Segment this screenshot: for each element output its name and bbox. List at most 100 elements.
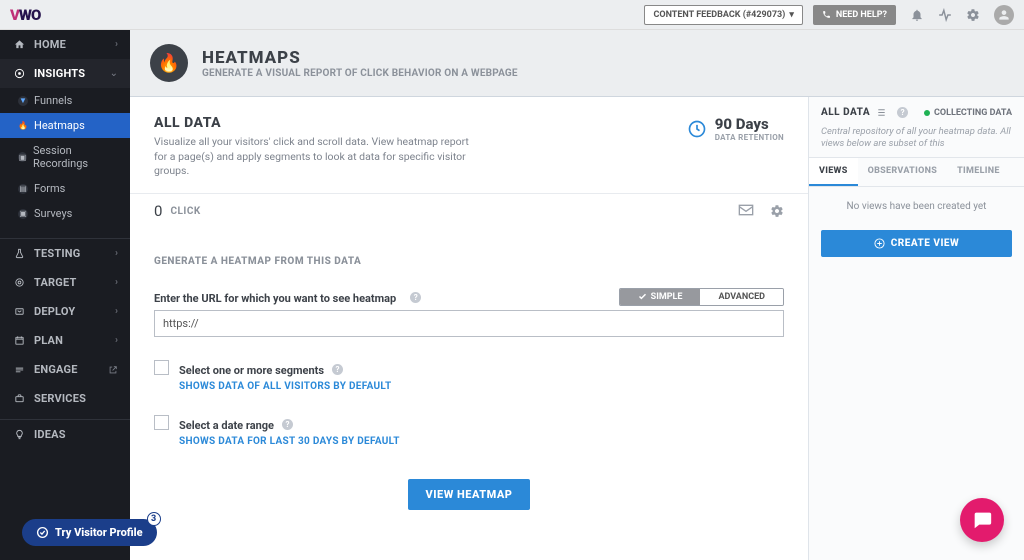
home-icon [12, 39, 26, 50]
rp-desc: Central repository of all your heatmap d… [821, 126, 1012, 151]
chevron-right-icon: › [115, 248, 118, 259]
page-subtitle: GENERATE A VISUAL REPORT OF CLICK BEHAVI… [202, 68, 518, 79]
mail-icon[interactable] [738, 204, 754, 218]
nav-home-label: HOME [34, 38, 115, 51]
segments-hint: SHOWS DATA OF ALL VISITORS BY DEFAULT [179, 381, 392, 392]
sidebar-item-heatmaps[interactable]: 🔥 Heatmaps [0, 113, 130, 138]
deploy-icon [12, 306, 26, 317]
help-tooltip-icon[interactable]: ? [410, 292, 421, 303]
chevron-right-icon: › [115, 306, 118, 317]
help-tooltip-icon[interactable]: ? [897, 107, 908, 118]
page-header: 🔥 HEATMAPS GENERATE A VISUAL REPORT OF C… [130, 30, 1024, 96]
sidebar-item-funnels[interactable]: ▼ Funnels [0, 88, 130, 113]
sidebar-item-forms[interactable]: ▤ Forms [0, 176, 130, 201]
settings-cog-icon[interactable] [770, 204, 784, 218]
engage-icon [12, 364, 26, 375]
nav-ideas[interactable]: IDEAS [0, 420, 130, 449]
visitor-pill-label: Try Visitor Profile [55, 526, 143, 539]
content-feedback-button[interactable]: CONTENT FEEDBACK (#429073) ▾ [644, 5, 802, 25]
heatmap-page-icon: 🔥 [150, 44, 188, 82]
funnel-icon: ▼ [18, 96, 28, 106]
all-data-description: Visualize all your visitors' click and s… [154, 135, 484, 179]
check-badge-icon [36, 526, 49, 539]
nav-label: ENGAGE [34, 363, 108, 376]
fire-icon: 🔥 [18, 121, 28, 131]
mode-simple-label: SIMPLE [651, 292, 683, 302]
bell-icon[interactable] [910, 8, 924, 22]
avatar-icon[interactable] [994, 5, 1014, 25]
target-icon [12, 277, 26, 288]
caret-down-icon: ▾ [789, 10, 794, 20]
chevron-down-icon: ⌄ [110, 68, 118, 79]
retention-label: DATA RETENTION [715, 133, 784, 142]
flask-icon [12, 248, 26, 259]
briefcase-icon [12, 393, 26, 404]
video-icon: ▣ [18, 152, 27, 162]
url-mode-toggle: SIMPLE ADVANCED [619, 288, 784, 306]
nav-testing[interactable]: TESTING › [0, 239, 130, 268]
sidebar-item-surveys[interactable]: ▣ Surveys [0, 201, 130, 226]
try-visitor-profile-button[interactable]: Try Visitor Profile 3 [22, 519, 157, 546]
sidebar-item-label: Funnels [34, 94, 72, 107]
nav-deploy[interactable]: DEPLOY › [0, 297, 130, 326]
insights-icon [12, 68, 26, 79]
sidebar-item-session-recordings[interactable]: ▣ Session Recordings [0, 138, 130, 176]
need-help-button[interactable]: NEED HELP? [813, 5, 896, 25]
chat-fab-button[interactable] [960, 498, 1004, 542]
check-icon [638, 292, 647, 301]
help-label: NEED HELP? [836, 10, 887, 20]
status-dot-icon [924, 110, 930, 116]
nav-insights[interactable]: INSIGHTS ⌄ [0, 59, 130, 88]
chat-icon [971, 509, 993, 531]
date-range-hint: SHOWS DATA FOR LAST 30 DAYS BY DEFAULT [179, 436, 400, 447]
nav-services[interactable]: SERVICES [0, 384, 130, 413]
mode-simple-button[interactable]: SIMPLE [620, 289, 701, 305]
tab-views[interactable]: VIEWS [809, 158, 858, 186]
nav-label: SERVICES [34, 392, 118, 405]
status-label: COLLECTING DATA [934, 108, 1012, 118]
visitor-pill-badge: 3 [147, 512, 161, 526]
date-range-checkbox[interactable] [154, 415, 169, 430]
nav-insights-label: INSIGHTS [34, 67, 110, 80]
date-range-label: Select a date range [179, 419, 274, 432]
tab-observations[interactable]: OBSERVATIONS [858, 158, 948, 186]
vwo-logo[interactable]: VWO [10, 6, 40, 24]
mode-advanced-button[interactable]: ADVANCED [700, 289, 783, 305]
collecting-status: COLLECTING DATA [924, 108, 1012, 118]
retention-days: 90 Days [715, 115, 784, 133]
sidebar-item-label: Forms [34, 182, 65, 195]
sidebar-item-label: Surveys [34, 207, 72, 220]
plus-circle-icon [874, 238, 885, 249]
form-icon: ▤ [18, 184, 28, 194]
chevron-right-icon: › [115, 335, 118, 346]
nav-target[interactable]: TARGET › [0, 268, 130, 297]
activity-icon[interactable] [938, 8, 952, 22]
page-title: HEATMAPS [202, 48, 518, 68]
url-field-label: Enter the URL for which you want to see … [154, 292, 396, 305]
gear-icon[interactable] [966, 8, 980, 22]
heatmap-url-input[interactable] [154, 310, 784, 337]
help-tooltip-icon[interactable]: ? [332, 364, 343, 375]
form-section-label: GENERATE A HEATMAP FROM THIS DATA [154, 256, 784, 267]
tab-timeline[interactable]: TIMELINE [947, 158, 1010, 186]
nav-label: TARGET [34, 276, 115, 289]
rp-title: ALL DATA [821, 107, 870, 118]
sidebar: HOME › INSIGHTS ⌄ ▼ Funnels 🔥 Heatmaps ▣… [0, 30, 130, 560]
help-tooltip-icon[interactable]: ? [282, 419, 293, 430]
nav-label: PLAN [34, 334, 115, 347]
nav-engage[interactable]: ENGAGE [0, 355, 130, 384]
segments-checkbox[interactable] [154, 360, 169, 375]
click-count: 0 [154, 202, 162, 220]
chevron-right-icon: › [115, 277, 118, 288]
survey-icon: ▣ [18, 209, 28, 219]
nav-home[interactable]: HOME › [0, 30, 130, 59]
list-icon[interactable] [876, 107, 887, 118]
no-views-message: No views have been created yet [821, 201, 1012, 212]
data-retention: 90 Days DATA RETENTION [687, 115, 784, 142]
nav-plan[interactable]: PLAN › [0, 326, 130, 355]
view-heatmap-button[interactable]: VIEW HEATMAP [408, 479, 531, 510]
sidebar-item-label: Session Recordings [33, 144, 120, 170]
create-view-button[interactable]: CREATE VIEW [821, 230, 1012, 257]
nav-label: IDEAS [34, 428, 118, 441]
calendar-icon [12, 335, 26, 346]
